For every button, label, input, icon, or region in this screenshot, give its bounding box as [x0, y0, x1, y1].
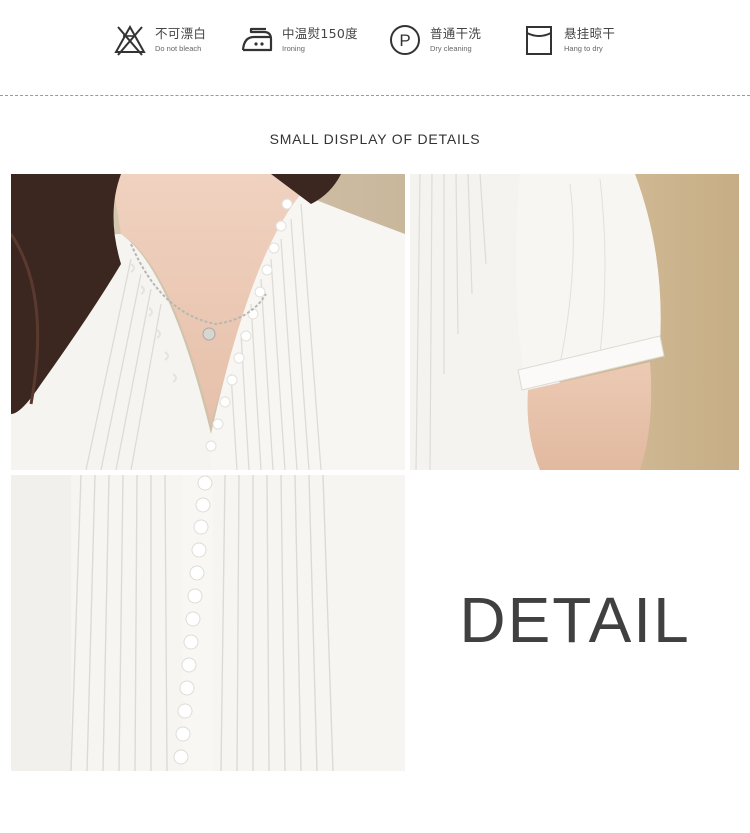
care-item-hang-dry: 悬挂晾干 Hang to dry	[522, 22, 615, 58]
care-label-en: Dry cleaning	[430, 43, 472, 53]
care-label-en: Ironing	[282, 43, 305, 53]
photo-neckline-closeup	[11, 174, 405, 470]
care-item-iron: 中温熨150度 Ironing	[240, 22, 358, 58]
care-item-no-bleach: 不可漂白 Do not bleach	[113, 22, 206, 58]
detail-heading: DETAIL	[459, 584, 691, 656]
photo-sleeve-closeup	[410, 174, 739, 470]
care-label-cn: 中温熨150度	[282, 26, 358, 41]
care-label-cn: 悬挂晾干	[564, 26, 616, 41]
photo-pleats-buttons-closeup	[11, 475, 405, 771]
dashed-divider	[0, 95, 750, 96]
no-bleach-icon	[114, 24, 146, 56]
iron-icon	[241, 27, 273, 52]
hang-dry-icon	[526, 26, 552, 55]
dry-clean-letter: P	[399, 31, 410, 50]
dry-clean-icon: P	[390, 25, 420, 55]
care-label-cn: 不可漂白	[155, 26, 207, 41]
care-item-dry-clean: P 普通干洗 Dry cleaning	[388, 22, 481, 58]
care-label-cn: 普通干洗	[430, 26, 482, 41]
care-label-en: Hang to dry	[564, 43, 603, 53]
care-label-en: Do not bleach	[155, 43, 202, 53]
section-title: SMALL DISPLAY OF DETAILS	[269, 131, 481, 147]
care-instructions-bar: 不可漂白 Do not bleach 中温熨150度 Ironing P 普通干…	[0, 0, 750, 95]
